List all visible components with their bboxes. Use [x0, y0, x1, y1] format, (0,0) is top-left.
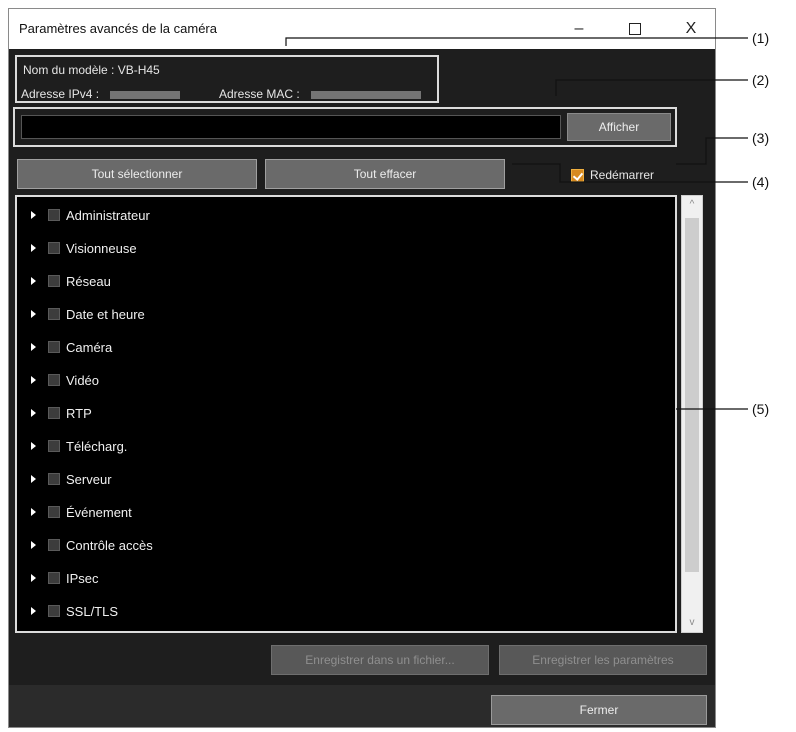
leader-4 — [512, 163, 748, 183]
leader-3 — [676, 137, 748, 165]
callout-2: (2) — [752, 72, 770, 88]
page: Paramètres avancés de la caméra – X Nom … — [0, 0, 796, 732]
callout-4: (4) — [752, 174, 770, 190]
callout-3: (3) — [752, 130, 770, 146]
callout-5: (5) — [752, 401, 770, 417]
callout-leaders — [285, 37, 748, 410]
leader-2 — [555, 79, 748, 96]
leader-1 — [285, 37, 748, 46]
callout-1: (1) — [752, 30, 770, 46]
